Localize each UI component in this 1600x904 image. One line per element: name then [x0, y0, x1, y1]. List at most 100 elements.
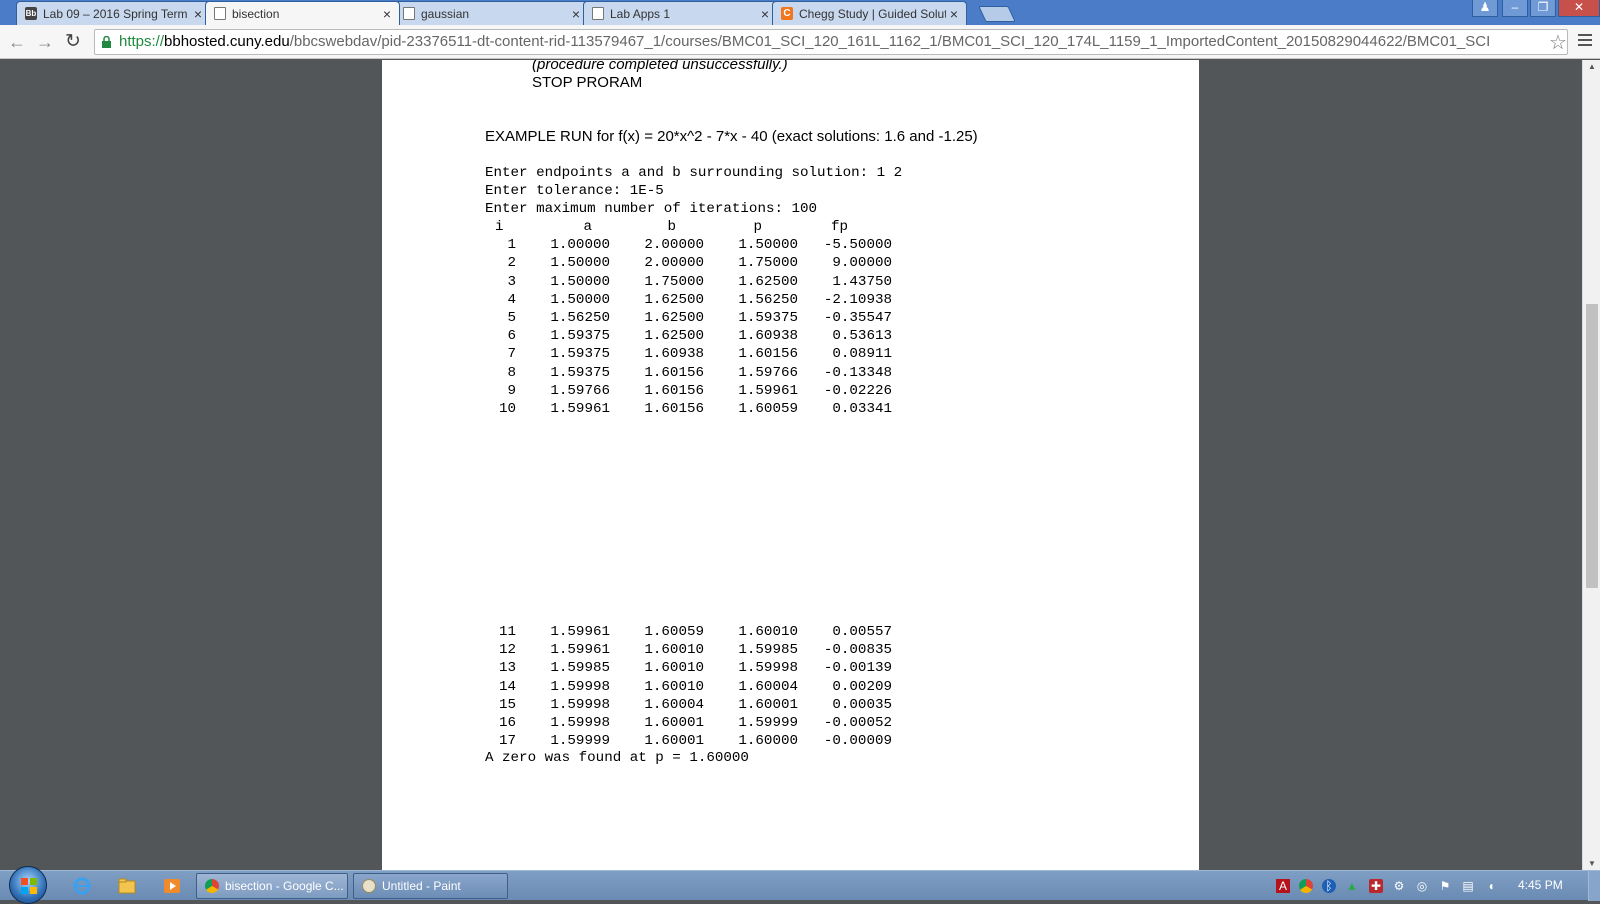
cell-b: 1.62500 [644, 310, 704, 327]
bookmark-star-icon[interactable]: ☆ [1549, 30, 1567, 55]
blackboard-icon: Bb [25, 7, 37, 20]
close-tab-icon[interactable]: × [383, 7, 391, 21]
usb-icon[interactable]: ⚙ [1392, 879, 1406, 893]
cell-b: 1.60010 [644, 660, 704, 677]
cell-b: 1.60010 [644, 642, 704, 659]
windows-taskbar: bisection - Google C... Untitled - Paint… [0, 866, 1600, 904]
restore-button[interactable]: ❐ [1530, 0, 1556, 17]
address-bar[interactable]: https://bbhosted.cuny.edu/bbcswebdav/pid… [94, 29, 1568, 55]
cell-a: 1.59961 [550, 642, 610, 659]
cell-i: 2 [507, 255, 516, 272]
cell-a: 1.59998 [550, 678, 610, 695]
cell-i: 14 [498, 678, 516, 695]
cell-p: 1.59375 [738, 310, 798, 327]
table-body: 11 1.59961 1.60059 1.60010 0.00557 12 1.59961 1… [485, 623, 892, 750]
tab-title: Lab 09 – 2016 Spring Term [43, 6, 188, 21]
scroll-down-arrow-icon[interactable]: ▼ [1583, 859, 1600, 868]
reload-button[interactable]: ↻ [62, 32, 84, 52]
internet-explorer-icon[interactable] [72, 877, 92, 895]
taskbar-item-paint[interactable]: Untitled - Paint [353, 873, 508, 899]
cell-fp: 0.00035 [832, 696, 892, 713]
tab-lab-apps[interactable]: Lab Apps 1 × [583, 1, 778, 25]
tab-lab09[interactable]: Bb Lab 09 – 2016 Spring Term × [16, 1, 211, 25]
taskbar-item-chrome[interactable]: bisection - Google C... [196, 873, 348, 899]
cell-b: 1.60001 [644, 733, 704, 750]
close-tab-icon[interactable]: × [761, 7, 769, 21]
tab-chegg[interactable]: C Chegg Study | Guided Solutions × [772, 1, 967, 25]
procedure-note: (procedure completed unsuccessfully.) [532, 60, 788, 73]
column-header-a: a [583, 219, 592, 236]
cell-b: 1.60001 [644, 715, 704, 732]
network-icon[interactable]: ▤ [1461, 879, 1475, 893]
cell-i: 8 [507, 364, 516, 381]
result-line: A zero was found at p = 1.60000 [485, 750, 749, 766]
tab-title: gaussian [421, 6, 470, 21]
table-row: 8 1.59375 1.60156 1.59766 -0.13348 [485, 364, 892, 382]
cell-b: 1.60938 [644, 346, 704, 363]
cell-p: 1.56250 [738, 291, 798, 308]
cell-p: 1.60156 [738, 346, 798, 363]
show-desktop-button[interactable] [1588, 871, 1600, 901]
file-explorer-icon[interactable] [117, 877, 137, 895]
scroll-thumb[interactable] [1586, 304, 1598, 588]
start-button[interactable] [9, 866, 47, 904]
close-window-button[interactable]: ✕ [1558, 0, 1600, 17]
forward-button[interactable]: → [34, 32, 56, 52]
network-device-icon[interactable]: ◎ [1415, 879, 1429, 893]
back-button[interactable]: ← [6, 32, 28, 52]
chrome-tray-icon[interactable] [1299, 879, 1313, 893]
cell-b: 2.00000 [644, 255, 704, 272]
cell-fp: 0.53613 [832, 328, 892, 345]
cell-a: 1.50000 [550, 273, 610, 290]
close-tab-icon[interactable]: × [950, 7, 958, 21]
shield-icon[interactable]: ✚ [1369, 879, 1383, 893]
vertical-scrollbar[interactable]: ▲ ▼ [1582, 60, 1600, 870]
volume-icon[interactable]: ◖ [1484, 879, 1498, 893]
reload-icon: ↻ [65, 31, 81, 52]
document-icon [592, 7, 604, 20]
drive-icon[interactable]: ▲ [1345, 879, 1359, 893]
user-icon[interactable]: ♟ [1472, 0, 1498, 17]
tab-bisection[interactable]: bisection × [205, 1, 400, 25]
new-tab-button[interactable] [978, 6, 1016, 22]
close-tab-icon[interactable]: × [194, 7, 202, 21]
minimize-button[interactable]: – [1502, 0, 1528, 17]
cell-b: 1.62500 [644, 328, 704, 345]
cell-p: 1.60004 [738, 678, 798, 695]
media-player-icon[interactable] [162, 877, 182, 895]
close-tab-icon[interactable]: × [572, 7, 580, 21]
cell-a: 1.59998 [550, 715, 610, 732]
pdf-viewport[interactable]: (procedure completed unsuccessfully.) ST… [0, 60, 1582, 870]
cell-p: 1.59999 [738, 715, 798, 732]
stop-line: STOP PRORAM [532, 74, 643, 91]
cell-a: 1.59766 [550, 382, 610, 399]
system-clock[interactable]: 4:45 PM [1518, 878, 1563, 892]
table-row: 13 1.59985 1.60010 1.59998 -0.00139 [485, 659, 892, 677]
bluetooth-icon[interactable]: ᛒ [1322, 879, 1336, 893]
cell-i: 6 [507, 328, 516, 345]
cell-fp: -0.00052 [823, 715, 892, 732]
cell-a: 1.56250 [550, 310, 610, 327]
taskbar-item-label: Untitled - Paint [382, 879, 461, 893]
cell-b: 1.60156 [644, 382, 704, 399]
tab-title: Lab Apps 1 [610, 6, 671, 21]
cell-a: 1.59375 [550, 364, 610, 381]
cell-a: 1.59961 [550, 400, 610, 417]
cell-p: 1.59766 [738, 364, 798, 381]
tab-gaussian[interactable]: gaussian × [394, 1, 589, 25]
chrome-menu-icon[interactable] [1578, 34, 1592, 49]
column-header-fp: fp [830, 219, 848, 236]
taskbar-item-label: bisection - Google C... [225, 879, 344, 893]
cell-fp: -0.02226 [823, 382, 892, 399]
cell-i: 9 [507, 382, 516, 399]
cell-p: 1.60001 [738, 696, 798, 713]
cell-b: 1.60059 [644, 624, 704, 641]
cell-fp: -5.50000 [823, 237, 892, 254]
scroll-up-arrow-icon[interactable]: ▲ [1583, 62, 1600, 71]
acrobat-tray-icon[interactable]: A [1276, 879, 1290, 893]
action-center-flag-icon[interactable]: ⚑ [1438, 879, 1452, 893]
column-header-b: b [667, 219, 676, 236]
prompt-endpoints: Enter endpoints a and b surrounding solu… [485, 165, 903, 181]
cell-i: 1 [507, 237, 516, 254]
cell-p: 1.75000 [738, 255, 798, 272]
